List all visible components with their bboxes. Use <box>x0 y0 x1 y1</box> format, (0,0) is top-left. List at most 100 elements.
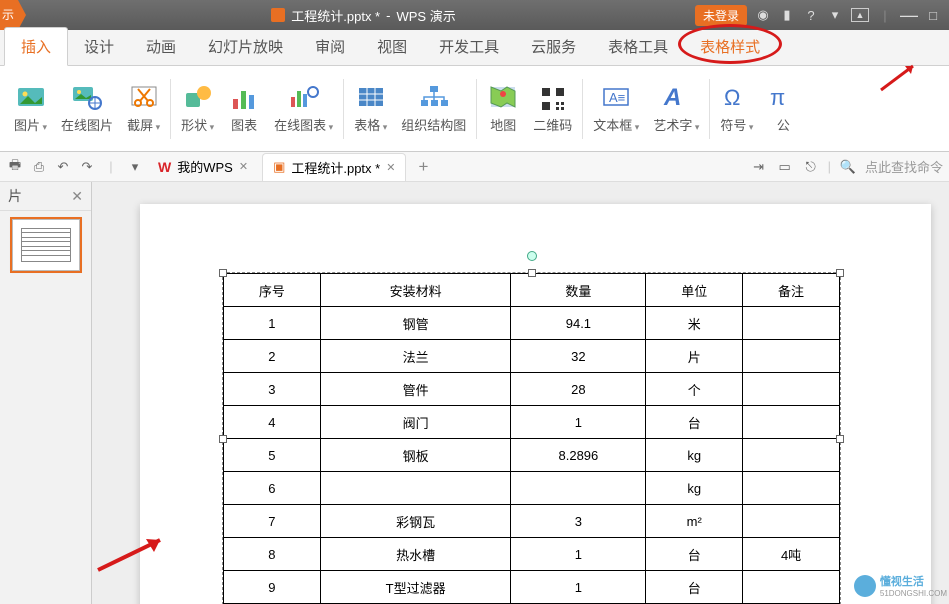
map-button[interactable]: 地图 <box>481 79 525 138</box>
maximize-icon[interactable]: □ <box>925 7 941 23</box>
resize-handle-tm[interactable] <box>528 269 536 277</box>
picture-button[interactable]: 图片 <box>8 79 53 138</box>
table-cell[interactable]: 94.1 <box>511 307 646 340</box>
shapes-button[interactable]: 形状 <box>175 79 220 138</box>
screenshot-button[interactable]: 截屏 <box>121 79 166 138</box>
orgchart-button[interactable]: 组织结构图 <box>395 79 472 138</box>
help-icon[interactable]: ? <box>803 7 819 23</box>
resize-handle-tr[interactable] <box>836 269 844 277</box>
tab-my-wps[interactable]: W 我的WPS ✕ <box>148 153 258 180</box>
login-badge[interactable]: 未登录 <box>695 5 747 26</box>
table-cell[interactable]: 彩钢瓦 <box>320 505 511 538</box>
tab-review[interactable]: 审阅 <box>299 28 361 65</box>
tab-devtools[interactable]: 开发工具 <box>423 28 515 65</box>
close-icon[interactable]: ✕ <box>386 161 395 174</box>
wordart-button[interactable]: A艺术字 <box>647 79 705 138</box>
table-cell[interactable]: T型过滤器 <box>320 571 511 604</box>
print-icon[interactable]: 🖶 <box>6 158 24 176</box>
table-cell[interactable]: 片 <box>646 340 743 373</box>
tool-icon[interactable]: ⎋ <box>802 158 820 176</box>
table-cell[interactable] <box>511 472 646 505</box>
slide-thumbnail-1[interactable] <box>12 219 80 271</box>
chart-button[interactable]: 图表 <box>222 79 266 138</box>
table-cell[interactable]: m² <box>646 505 743 538</box>
add-tab-button[interactable]: + <box>410 157 436 177</box>
formula-button[interactable]: π公 <box>761 79 805 138</box>
table-cell[interactable]: 2 <box>224 340 321 373</box>
table-cell[interactable]: 4 <box>224 406 321 439</box>
undo-icon[interactable]: ↶ <box>54 158 72 176</box>
table-cell[interactable]: 8 <box>224 538 321 571</box>
data-table[interactable]: 序号安装材料数量单位备注 1钢管94.1米2法兰32片3管件28个4阀门1台5钢… <box>223 273 840 604</box>
table-cell[interactable]: 个 <box>646 373 743 406</box>
table-cell[interactable] <box>743 307 840 340</box>
table-cell[interactable] <box>743 373 840 406</box>
table-cell[interactable] <box>743 472 840 505</box>
slide-canvas[interactable]: 序号安装材料数量单位备注 1钢管94.1米2法兰32片3管件28个4阀门1台5钢… <box>92 182 949 604</box>
table-cell[interactable]: 钢管 <box>320 307 511 340</box>
select-icon[interactable]: ▭ <box>776 158 794 176</box>
tab-current-document[interactable]: ▣ 工程统计.pptx * ✕ <box>262 153 406 181</box>
table-header-cell[interactable]: 单位 <box>646 274 743 307</box>
command-search[interactable]: 点此查找命令 <box>865 157 943 176</box>
table-cell[interactable]: 7 <box>224 505 321 538</box>
table-cell[interactable]: 1 <box>511 571 646 604</box>
resize-handle-tl[interactable] <box>219 269 227 277</box>
table-cell[interactable]: 4吨 <box>743 538 840 571</box>
onlinepic-button[interactable]: 在线图片 <box>55 79 119 138</box>
table-cell[interactable]: 热水槽 <box>320 538 511 571</box>
table-cell[interactable]: kg <box>646 439 743 472</box>
tab-cloud[interactable]: 云服务 <box>515 28 592 65</box>
minimize-icon[interactable]: — <box>901 7 917 23</box>
table-cell[interactable]: 1 <box>224 307 321 340</box>
tab-animation[interactable]: 动画 <box>130 28 192 65</box>
resize-handle-mr[interactable] <box>836 435 844 443</box>
table-cell[interactable]: kg <box>646 472 743 505</box>
skin-icon[interactable]: ▮ <box>779 7 795 23</box>
rotate-handle[interactable] <box>527 251 537 261</box>
qat-dropdown-icon[interactable]: ▾ <box>126 158 144 176</box>
table-header-cell[interactable]: 序号 <box>224 274 321 307</box>
table-button[interactable]: 表格 <box>348 79 393 138</box>
table-cell[interactable]: 米 <box>646 307 743 340</box>
table-cell[interactable]: 台 <box>646 406 743 439</box>
table-cell[interactable]: 3 <box>511 505 646 538</box>
resize-handle-ml[interactable] <box>219 435 227 443</box>
ruler-icon[interactable]: ⇥ <box>750 158 768 176</box>
table-cell[interactable]: 管件 <box>320 373 511 406</box>
table-cell[interactable]: 阀门 <box>320 406 511 439</box>
symbol-button[interactable]: Ω符号 <box>714 79 759 138</box>
table-cell[interactable]: 32 <box>511 340 646 373</box>
close-panel-icon[interactable]: ✕ <box>71 188 83 205</box>
table-cell[interactable]: 9 <box>224 571 321 604</box>
print-preview-icon[interactable]: ⎙ <box>30 158 48 176</box>
tab-insert[interactable]: 插入 <box>4 27 68 66</box>
restore-up-icon[interactable]: ▲ <box>851 8 869 22</box>
tab-view[interactable]: 视图 <box>361 28 423 65</box>
table-cell[interactable] <box>743 505 840 538</box>
dropdown-icon[interactable]: ▾ <box>827 7 843 23</box>
table-cell[interactable]: 28 <box>511 373 646 406</box>
tab-design[interactable]: 设计 <box>68 28 130 65</box>
onlinechart-button[interactable]: 在线图表 <box>268 79 339 138</box>
table-cell[interactable]: 法兰 <box>320 340 511 373</box>
table-cell[interactable]: 台 <box>646 571 743 604</box>
table-cell[interactable]: 6 <box>224 472 321 505</box>
qrcode-button[interactable]: 二维码 <box>527 79 578 138</box>
redo-icon[interactable]: ↷ <box>78 158 96 176</box>
textbox-button[interactable]: A≡文本框 <box>587 79 645 138</box>
table-cell[interactable]: 台 <box>646 538 743 571</box>
table-cell[interactable]: 钢板 <box>320 439 511 472</box>
table-cell[interactable]: 1 <box>511 406 646 439</box>
table-cell[interactable] <box>743 340 840 373</box>
table-header-cell[interactable]: 备注 <box>743 274 840 307</box>
table-cell[interactable]: 5 <box>224 439 321 472</box>
table-cell[interactable]: 3 <box>224 373 321 406</box>
tab-slideshow[interactable]: 幻灯片放映 <box>192 28 299 65</box>
globe-icon[interactable]: ◉ <box>755 7 771 23</box>
selected-table-frame[interactable]: 序号安装材料数量单位备注 1钢管94.1米2法兰32片3管件28个4阀门1台5钢… <box>222 272 841 604</box>
table-header-cell[interactable]: 数量 <box>511 274 646 307</box>
table-cell[interactable] <box>320 472 511 505</box>
close-icon[interactable]: ✕ <box>239 160 248 173</box>
tab-tabletools[interactable]: 表格工具 <box>592 28 684 65</box>
